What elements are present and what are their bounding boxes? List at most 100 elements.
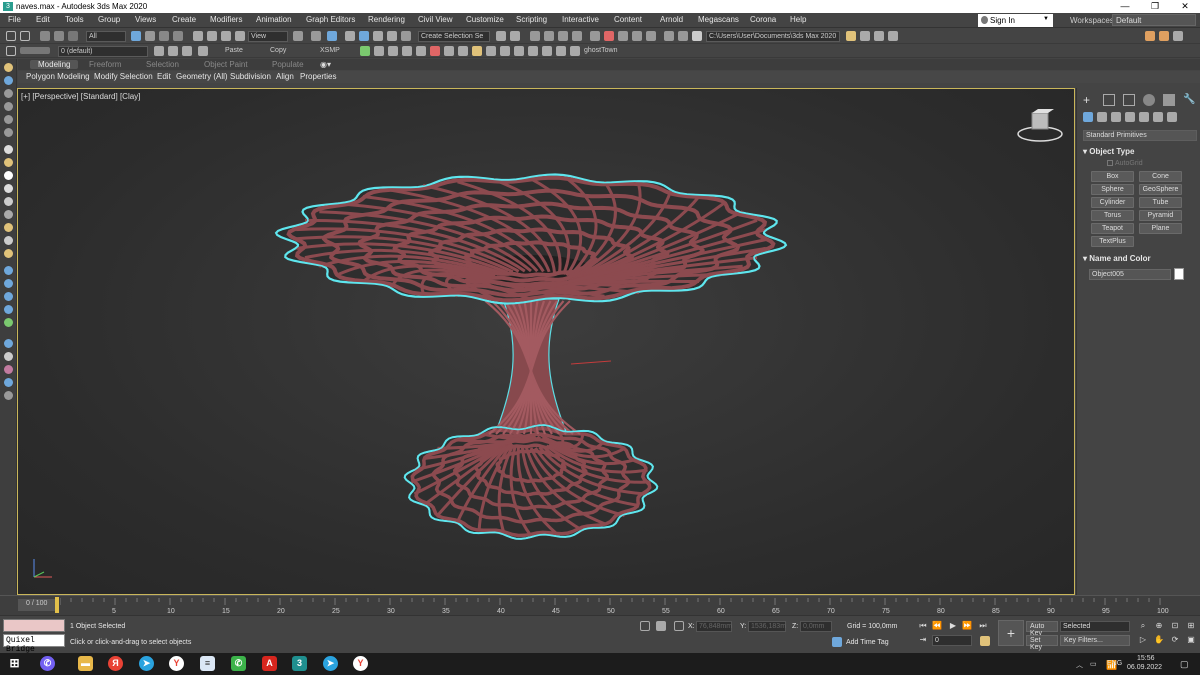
material-editor-icon[interactable]: [604, 31, 614, 41]
reference-coordinate-select[interactable]: View: [248, 31, 288, 42]
script-icon-1[interactable]: [360, 46, 370, 56]
y-coordinate-field[interactable]: 1536,183m: [748, 621, 786, 632]
menu-arnold[interactable]: Arnold: [660, 15, 683, 24]
display-tab-icon[interactable]: [1163, 94, 1175, 106]
named-selection-set-select[interactable]: Create Selection Se: [418, 31, 490, 42]
panel-subdivision[interactable]: Subdivision: [230, 72, 271, 81]
menu-group[interactable]: Group: [98, 15, 120, 24]
sphere-button[interactable]: Sphere: [1091, 184, 1134, 195]
time-tag-icon[interactable]: [832, 637, 842, 647]
goto-start-icon[interactable]: ⏮: [918, 621, 928, 631]
strip-icon-7[interactable]: [4, 145, 13, 154]
select-in-layer-icon[interactable]: [182, 46, 192, 56]
strip-icon-5[interactable]: [4, 115, 13, 124]
selection-filter-select[interactable]: All: [86, 31, 126, 42]
add-to-layer-icon[interactable]: [168, 46, 178, 56]
ribbon-options-icon[interactable]: ◉▾: [320, 60, 331, 69]
panel-polygon-modeling[interactable]: Polygon Modeling: [26, 72, 90, 81]
primitive-category-select[interactable]: Standard Primitives: [1083, 130, 1197, 141]
redo-icon[interactable]: [20, 31, 30, 41]
strip-icon-21[interactable]: [4, 339, 13, 348]
clock-date[interactable]: 06.09.2022: [1127, 664, 1162, 671]
strip-icon-17[interactable]: [4, 279, 13, 288]
placement-icon[interactable]: [235, 31, 245, 41]
strip-icon-9[interactable]: [4, 171, 13, 180]
yandex-icon[interactable]: Я: [108, 656, 123, 671]
render-production-icon[interactable]: [646, 31, 656, 41]
strip-icon-11[interactable]: [4, 197, 13, 206]
strip-icon-14[interactable]: [4, 236, 13, 245]
keyboard-shortcut-override-icon[interactable]: [327, 31, 337, 41]
motion-tab-icon[interactable]: [1143, 94, 1155, 106]
telegram-icon[interactable]: ➤: [139, 656, 154, 671]
rotate-icon[interactable]: [207, 31, 217, 41]
paste-button[interactable]: Paste: [225, 47, 243, 54]
open-folder-icon[interactable]: [846, 31, 856, 41]
sign-in-dropdown[interactable]: Sign In ▼: [978, 14, 1053, 27]
menu-megascans[interactable]: Megascans: [698, 15, 739, 24]
strip-icon-24[interactable]: [4, 378, 13, 387]
project-folder-icon[interactable]: [692, 31, 702, 41]
strip-icon-18[interactable]: [4, 292, 13, 301]
toggle-layer-explorer-icon[interactable]: [544, 31, 554, 41]
script-icon-7[interactable]: [444, 46, 454, 56]
angle-snap-icon[interactable]: [359, 31, 369, 41]
key-filters-button[interactable]: Key Filters...: [1060, 635, 1130, 646]
menu-views[interactable]: Views: [135, 15, 156, 24]
menu-scripting[interactable]: Scripting: [516, 15, 547, 24]
strip-icon-2[interactable]: [4, 76, 13, 85]
key-filter-select[interactable]: Selected: [1060, 621, 1130, 632]
current-layer-select[interactable]: 0 (default): [58, 46, 148, 57]
undo-icon[interactable]: [6, 31, 16, 41]
panel-modify-selection[interactable]: Modify Selection: [94, 72, 153, 81]
timeline-ruler[interactable]: 5 10 15 20 25 30 35 40 45 50 55 60 65 70 75 80 85 90 95 100: [60, 596, 1170, 616]
cylinder-button[interactable]: Cylinder: [1091, 197, 1134, 208]
name-and-color-rollout[interactable]: ▾ Name and Color: [1083, 254, 1197, 263]
menu-file[interactable]: File: [8, 15, 21, 24]
menu-customize[interactable]: Customize: [466, 15, 504, 24]
lattice-vase-model[interactable]: [18, 89, 1075, 595]
selection-lock-icon[interactable]: [656, 621, 666, 631]
document-icon[interactable]: ≡: [200, 656, 215, 671]
phone-icon[interactable]: ✆: [231, 656, 246, 671]
close-button[interactable]: ✕: [1170, 0, 1200, 13]
strip-icon-25[interactable]: [4, 391, 13, 400]
language-indicator[interactable]: ENG: [1107, 660, 1122, 667]
pan-icon[interactable]: ✋: [1154, 635, 1164, 645]
cone-button[interactable]: Cone: [1139, 171, 1182, 182]
orbit-icon[interactable]: ⟳: [1170, 635, 1180, 645]
3dsmax-taskbar-icon[interactable]: 3: [292, 656, 307, 671]
minimize-button[interactable]: —: [1110, 0, 1140, 13]
script-icon-8[interactable]: [458, 46, 468, 56]
panel-edit[interactable]: Edit: [157, 72, 171, 81]
menu-tools[interactable]: Tools: [65, 15, 84, 24]
auto-key-button[interactable]: Auto Key: [1026, 621, 1058, 637]
telegram-2-icon[interactable]: ➤: [323, 656, 338, 671]
ghosttown-button[interactable]: ghostTown: [584, 47, 617, 54]
layer-properties-icon[interactable]: [198, 46, 208, 56]
menu-help[interactable]: Help: [790, 15, 806, 24]
network-icon[interactable]: ▭: [1090, 660, 1097, 668]
script-icon-16[interactable]: [570, 46, 580, 56]
strip-icon-1[interactable]: [4, 63, 13, 72]
strip-icon-8[interactable]: [4, 158, 13, 167]
tray-chevron-icon[interactable]: ︿: [1076, 660, 1083, 670]
utilities-tab-icon[interactable]: 🔧: [1183, 94, 1195, 106]
strip-icon-22[interactable]: [4, 352, 13, 361]
strip-icon-12[interactable]: [4, 210, 13, 219]
script-icon-5[interactable]: [416, 46, 426, 56]
panel-geometry-all[interactable]: Geometry (All): [176, 72, 228, 81]
pyramid-button[interactable]: Pyramid: [1139, 210, 1182, 221]
panel-properties[interactable]: Properties: [300, 72, 336, 81]
key-mode-icon[interactable]: ⇥: [918, 635, 928, 645]
box-button[interactable]: Box: [1091, 171, 1134, 182]
strip-icon-15[interactable]: [4, 249, 13, 258]
save-project-icon[interactable]: [874, 31, 884, 41]
tab-populate[interactable]: Populate: [272, 60, 304, 69]
object-type-rollout[interactable]: ▾ Object Type: [1083, 147, 1197, 156]
a360-gallery-icon[interactable]: [678, 31, 688, 41]
project-settings-icon[interactable]: [860, 31, 870, 41]
select-manipulate-icon[interactable]: [311, 31, 321, 41]
set-key-button[interactable]: Set Key: [1026, 635, 1058, 651]
workspaces-select[interactable]: Default: [1112, 14, 1196, 26]
